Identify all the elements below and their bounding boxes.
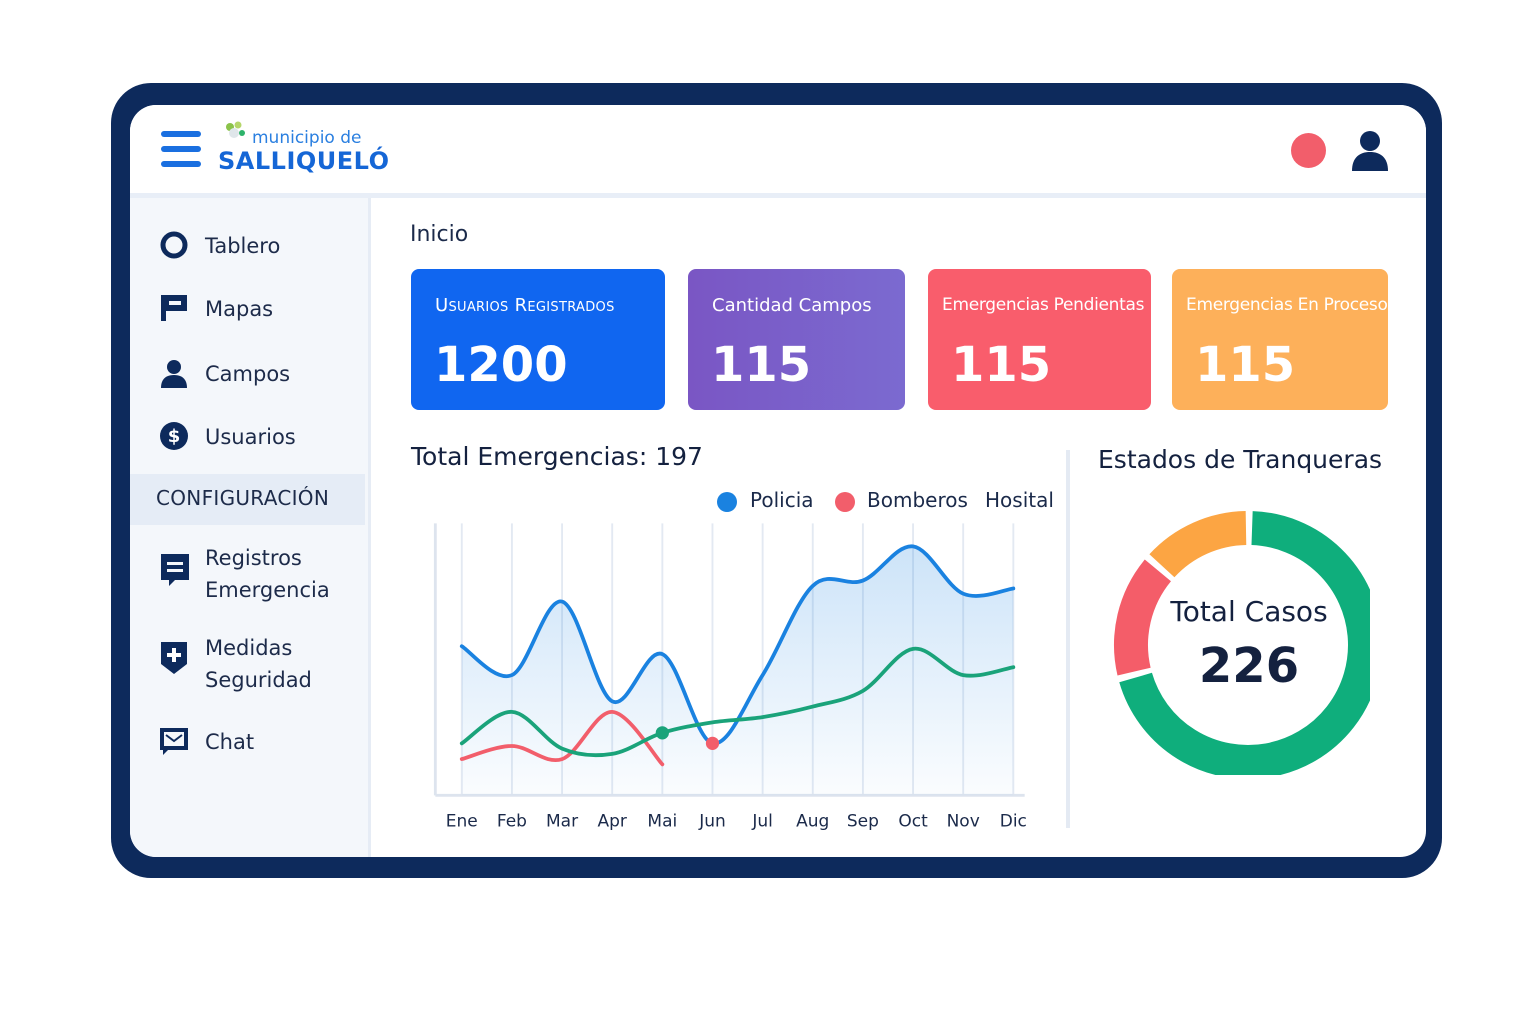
- page-title: Inicio: [410, 222, 469, 247]
- x-tick-label: Mar: [546, 812, 578, 832]
- stat-card-usuarios[interactable]: Usuarios Registrados 1200: [411, 269, 665, 410]
- user-icon: [161, 360, 187, 388]
- profile-icon[interactable]: [1350, 129, 1390, 173]
- x-tick-label: Apr: [597, 812, 626, 832]
- data-point-marker[interactable]: [655, 726, 669, 740]
- sidebar-item-label: Tablero: [205, 234, 281, 258]
- logo-title: SALLIQUELÓ: [218, 147, 390, 175]
- card-label: Cantidad Campos: [712, 295, 872, 316]
- svg-text:$: $: [168, 426, 181, 447]
- sidebar-item-label: Registros Emergencia: [205, 546, 330, 602]
- sidebar: Tablero Mapas Campos $ Usuarios CONFIGUR…: [130, 198, 371, 857]
- card-value: 1200: [434, 337, 568, 393]
- sidebar-item-chat[interactable]: Chat: [130, 718, 365, 768]
- sidebar-item-label: Usuarios: [205, 425, 296, 449]
- section-title: CONFIGURACIÓN: [156, 486, 330, 510]
- dollar-icon: $: [160, 422, 188, 450]
- donut-center-value: 226: [1198, 638, 1300, 694]
- x-tick-label: Aug: [796, 812, 829, 832]
- flag-icon: [161, 295, 187, 321]
- card-value: 115: [951, 337, 1052, 393]
- stat-card-en-proceso[interactable]: Emergencias En Proceso 115: [1172, 269, 1388, 410]
- chart-title: Total Emergencias: 197: [411, 442, 703, 471]
- sidebar-item-usuarios[interactable]: $ Usuarios: [130, 413, 365, 463]
- donut-center-label: Total Casos: [1170, 595, 1328, 628]
- notification-dot[interactable]: [1291, 133, 1326, 168]
- card-label: Emergencias En Proceso: [1186, 295, 1388, 315]
- sidebar-item-tablero[interactable]: Tablero: [130, 222, 365, 272]
- donut-title: Estados de Tranqueras: [1098, 445, 1383, 474]
- sidebar-item-registros[interactable]: Registros Emergencia: [130, 538, 365, 608]
- x-tick-label: Nov: [947, 812, 980, 832]
- card-label: Usuarios Registrados: [435, 295, 615, 316]
- chat-list-icon: [161, 554, 189, 586]
- sidebar-item-label: Campos: [205, 362, 291, 386]
- x-tick-label: Sep: [847, 812, 879, 832]
- stat-card-pendientes[interactable]: Emergencias Pendientas 115: [928, 269, 1151, 410]
- app-screen: municipio de SALLIQUELÓ Tablero Mapas Ca…: [130, 105, 1426, 857]
- sidebar-item-medidas[interactable]: Medidas Seguridad: [130, 628, 365, 698]
- sidebar-item-mapas[interactable]: Mapas: [130, 285, 365, 335]
- x-tick-label: Mai: [647, 812, 677, 832]
- x-tick-label: Jun: [698, 812, 726, 832]
- donut-slice[interactable]: [1149, 511, 1247, 578]
- logo-leaf-icon: [226, 121, 245, 138]
- logo: municipio de SALLIQUELÓ: [218, 119, 390, 179]
- x-tick-label: Oct: [898, 812, 928, 832]
- sidebar-item-label: Medidas Seguridad: [205, 636, 312, 692]
- sidebar-item-label: Mapas: [205, 297, 274, 321]
- sidebar-item-label: Chat: [205, 730, 255, 754]
- x-tick-label: Feb: [497, 812, 527, 832]
- x-tick-label: Dic: [1000, 812, 1027, 832]
- x-tick-label: Jul: [751, 812, 773, 832]
- message-icon: [160, 728, 188, 755]
- data-point-marker[interactable]: [705, 736, 720, 750]
- circle-icon: [160, 231, 188, 259]
- x-tick-label: Ene: [446, 812, 478, 832]
- config-section-header: CONFIGURACIÓN: [130, 474, 365, 525]
- sidebar-item-campos[interactable]: Campos: [130, 350, 365, 400]
- panel-divider: [1066, 450, 1070, 828]
- emergencias-line-chart: Ene Feb Mar Apr Mai Jun Jul Aug Sep Oct Nov Dic: [433, 523, 1027, 832]
- card-value: 115: [1195, 337, 1296, 393]
- card-label: Emergencias Pendientas: [942, 295, 1145, 315]
- logo-subtitle: municipio de: [252, 128, 362, 148]
- card-value: 115: [711, 337, 812, 393]
- menu-icon[interactable]: [161, 131, 201, 169]
- shield-plus-icon: [161, 642, 187, 674]
- stat-card-campos[interactable]: Cantidad Campos 115: [688, 269, 905, 410]
- top-bar: municipio de SALLIQUELÓ: [130, 105, 1426, 198]
